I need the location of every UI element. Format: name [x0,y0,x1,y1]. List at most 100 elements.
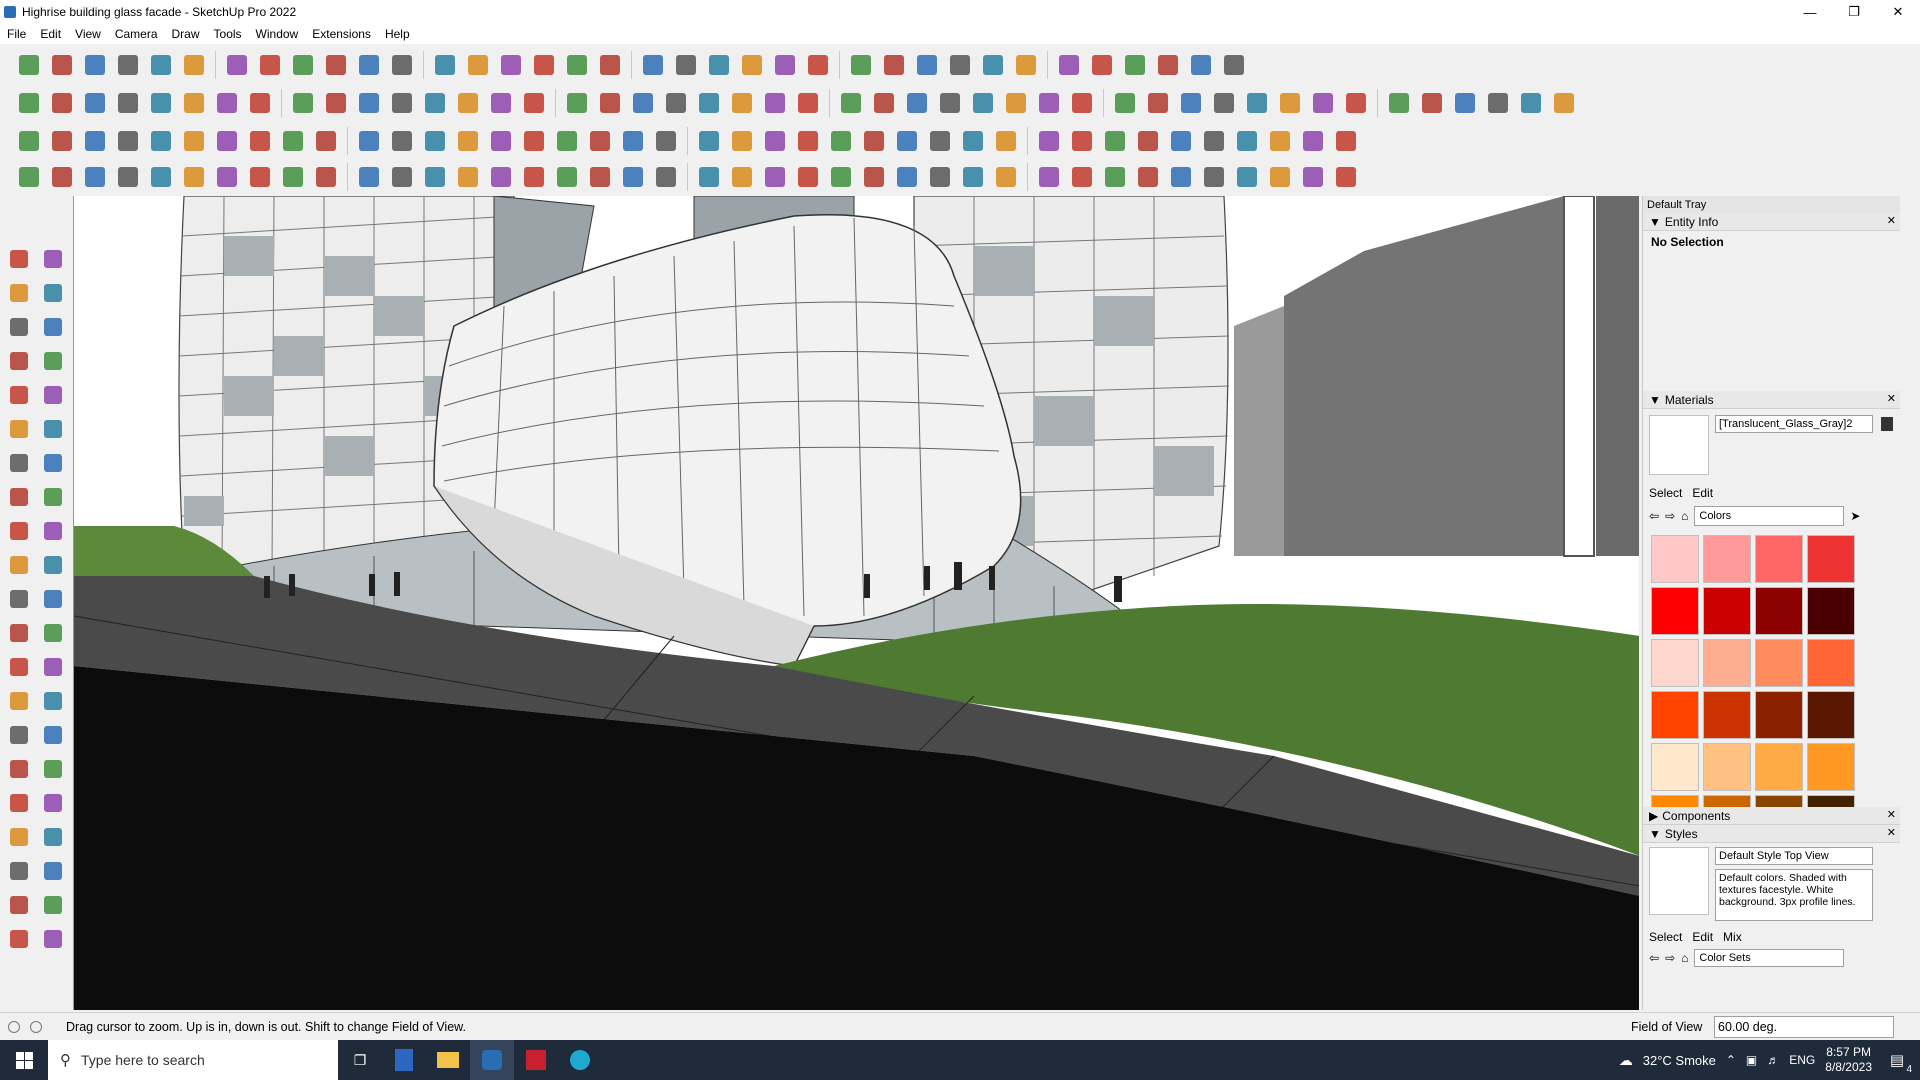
toolbar-tool-icon[interactable] [463,50,493,80]
toolbar-tool-icon[interactable] [1176,88,1206,118]
toolbar-tool-icon[interactable] [1483,88,1513,118]
toolbar-tool-icon[interactable] [496,50,526,80]
toolbar-tool-icon[interactable] [14,162,44,192]
toolbar-tool-icon[interactable] [179,126,209,156]
material-swatch[interactable] [1755,587,1803,635]
toolbar-tool-icon[interactable] [113,50,143,80]
material-swatch[interactable] [1703,587,1751,635]
toolbar-tool-icon[interactable] [453,162,483,192]
toolbar-tool-icon[interactable] [245,88,275,118]
material-swatch[interactable] [1703,795,1751,807]
left-toolbar-tool-icon[interactable] [2,618,36,648]
toolbar-tool-icon[interactable] [519,88,549,118]
toolbar-tool-icon[interactable] [760,88,790,118]
left-toolbar-tool-icon[interactable] [36,550,70,580]
left-toolbar-tool-icon[interactable] [2,686,36,716]
toolbar-tool-icon[interactable] [958,126,988,156]
toolbar-tool-icon[interactable] [836,88,866,118]
close-panel-icon[interactable]: ✕ [1887,392,1896,405]
materials-library-select[interactable]: Colors [1694,506,1845,526]
network-icon[interactable]: ▣ [1746,1053,1757,1067]
menu-window[interactable]: Window [249,27,306,41]
toolbar-tool-icon[interactable] [47,162,77,192]
toolbar-tool-icon[interactable] [245,126,275,156]
toolbar-tool-icon[interactable] [912,50,942,80]
toolbar-tool-icon[interactable] [727,88,757,118]
toolbar-tool-icon[interactable] [146,50,176,80]
toolbar-tool-icon[interactable] [1133,162,1163,192]
toolbar-tool-icon[interactable] [925,162,955,192]
toolbar-tool-icon[interactable] [245,162,275,192]
left-toolbar-tool-icon[interactable] [2,550,36,580]
left-toolbar-tool-icon[interactable] [2,584,36,614]
toolbar-tool-icon[interactable] [1516,88,1546,118]
toolbar-tool-icon[interactable] [420,162,450,192]
toolbar-tool-icon[interactable] [1199,162,1229,192]
toolbar-tool-icon[interactable] [727,126,757,156]
material-swatch[interactable] [1703,639,1751,687]
left-toolbar-tool-icon[interactable] [2,516,36,546]
left-toolbar-tool-icon[interactable] [2,380,36,410]
left-toolbar-tool-icon[interactable] [36,856,70,886]
toolbar-tool-icon[interactable] [595,50,625,80]
toolbar-tool-icon[interactable] [892,162,922,192]
left-toolbar-tool-icon[interactable] [36,482,70,512]
language-indicator[interactable]: ENG [1789,1053,1815,1067]
toolbar-tool-icon[interactable] [420,126,450,156]
taskbar-search-box[interactable]: ⚲ Type here to search [48,1040,338,1080]
toolbar-tool-icon[interactable] [113,126,143,156]
toolbar-tool-icon[interactable] [1034,162,1064,192]
toolbar-tool-icon[interactable] [430,50,460,80]
left-toolbar-tool-icon[interactable] [36,890,70,920]
toolbar-tool-icon[interactable] [354,88,384,118]
toolbar-tool-icon[interactable] [288,50,318,80]
toolbar-tool-icon[interactable] [113,162,143,192]
speaker-icon[interactable]: ♬ [1767,1053,1779,1067]
calculator-app-icon[interactable] [382,1040,426,1080]
toolbar-tool-icon[interactable] [453,126,483,156]
left-toolbar-tool-icon[interactable] [2,652,36,682]
left-toolbar-tool-icon[interactable] [2,856,36,886]
toolbar-tool-icon[interactable] [113,88,143,118]
toolbar-tool-icon[interactable] [562,50,592,80]
start-button[interactable] [0,1040,48,1080]
toolbar-tool-icon[interactable] [694,162,724,192]
left-toolbar-tool-icon[interactable] [36,244,70,274]
toolbar-tool-icon[interactable] [14,126,44,156]
left-toolbar-tool-icon[interactable] [36,346,70,376]
left-toolbar-tool-icon[interactable] [2,482,36,512]
sketchup-app-icon-taskbar[interactable] [470,1040,514,1080]
menu-tools[interactable]: Tools [207,27,249,41]
toolbar-tool-icon[interactable] [1133,126,1163,156]
toolbar-tool-icon[interactable] [585,126,615,156]
material-swatch[interactable] [1807,795,1855,807]
toolbar-tool-icon[interactable] [1143,88,1173,118]
toolbar-tool-icon[interactable] [793,162,823,192]
toolbar-tool-icon[interactable] [387,50,417,80]
toolbar-tool-icon[interactable] [1166,126,1196,156]
back-arrow-icon[interactable]: ⇦ [1649,509,1659,523]
toolbar-tool-icon[interactable] [47,126,77,156]
toolbar-tool-icon[interactable] [311,126,341,156]
close-window-button[interactable]: ✕ [1876,0,1920,24]
styles-tab-select[interactable]: Select [1649,930,1682,944]
toolbar-tool-icon[interactable] [968,88,998,118]
toolbar-tool-icon[interactable] [1199,126,1229,156]
toolbar-tool-icon[interactable] [1110,88,1140,118]
details-arrow-icon[interactable]: ➤ [1850,509,1860,523]
components-header[interactable]: ▶ Components ✕ [1643,807,1900,825]
material-swatch[interactable] [1651,795,1699,807]
toolbar-tool-icon[interactable] [585,162,615,192]
menu-extensions[interactable]: Extensions [305,27,378,41]
toolbar-tool-icon[interactable] [618,162,648,192]
forward-arrow-icon[interactable]: ⇨ [1665,951,1675,965]
toolbar-tool-icon[interactable] [638,50,668,80]
autocad-app-icon[interactable] [514,1040,558,1080]
toolbar-tool-icon[interactable] [1153,50,1183,80]
left-toolbar-tool-icon[interactable] [36,618,70,648]
toolbar-tool-icon[interactable] [387,126,417,156]
material-swatch[interactable] [1755,743,1803,791]
toolbar-tool-icon[interactable] [1067,126,1097,156]
info-icon[interactable] [30,1020,42,1033]
toolbar-tool-icon[interactable] [1209,88,1239,118]
